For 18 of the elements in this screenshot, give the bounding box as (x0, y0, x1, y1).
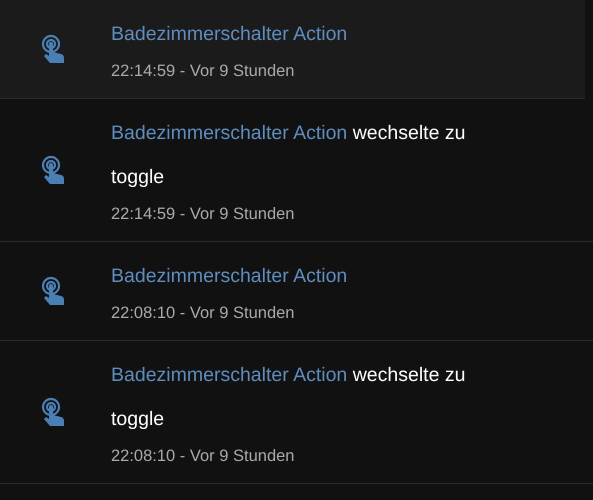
event-time: 22:14:59 - Vor 9 Stunden (111, 61, 296, 82)
event-time: 22:14:59 - Vor 9 Stunden (111, 204, 296, 225)
event-message: Badezimmerschalter Action wechselte zu toggle (111, 121, 466, 190)
event-row[interactable]: Badezimmerschalter Action wechselte zu toggle 22:14:59 - Vor 9 Stunden (0, 99, 593, 242)
touch-icon (40, 155, 66, 185)
entity-link[interactable]: Badezimmerschalter Action (111, 23, 348, 45)
entity-link[interactable]: Badezimmerschalter Action (111, 364, 348, 386)
touch-icon (40, 397, 66, 427)
event-row[interactable]: Badezimmerschalter Action 22:08:10 - Vor 9 Stunden (0, 242, 593, 341)
event-message: Badezimmerschalter Action wechselte zu toggle (111, 363, 466, 432)
event-time: 22:08:10 - Vor 9 Stunden (111, 303, 296, 324)
entity-link[interactable]: Badezimmerschalter Action (111, 122, 348, 144)
touch-icon (40, 34, 66, 64)
entity-link[interactable]: Badezimmerschalter Action (111, 265, 348, 287)
event-row[interactable]: Badezimmerschalter Action wechselte zu toggle 22:08:10 - Vor 9 Stunden (0, 341, 593, 484)
touch-icon (40, 276, 66, 306)
highlighted-event-row[interactable]: Badezimmerschalter Action 22:14:59 - Vor 9 Stunden (0, 0, 585, 99)
event-time: 22:08:10 - Vor 9 Stunden (111, 446, 296, 467)
